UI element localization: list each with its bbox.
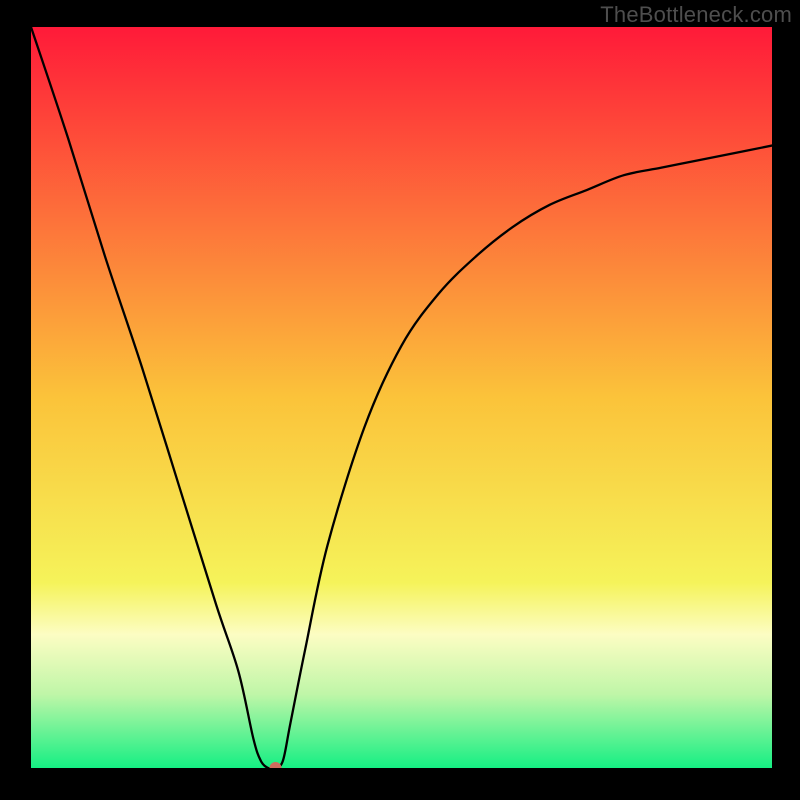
gradient-bg (31, 27, 772, 768)
watermark-text: TheBottleneck.com (600, 2, 792, 28)
chart-frame: TheBottleneck.com (0, 0, 800, 800)
chart-svg (31, 27, 772, 768)
plot-area (31, 27, 772, 768)
